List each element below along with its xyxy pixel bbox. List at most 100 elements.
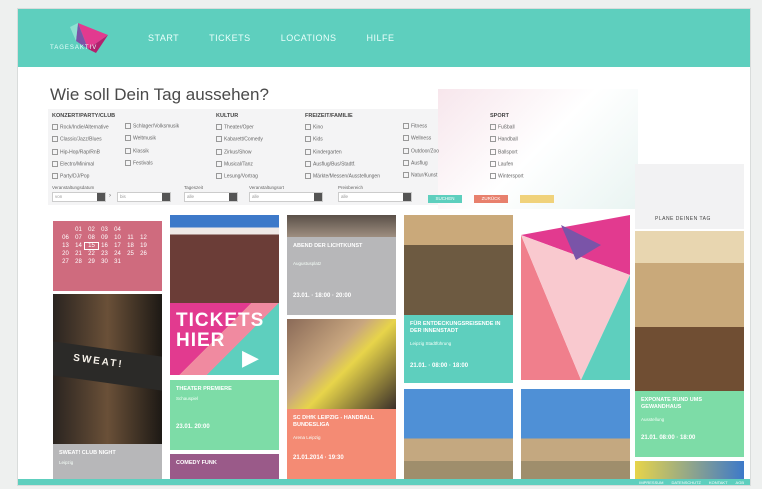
calendar-day[interactable]: 24 bbox=[111, 251, 124, 257]
tile-sweat-club[interactable]: SWEAT! bbox=[53, 294, 162, 444]
calendar-day[interactable]: 10 bbox=[111, 235, 124, 241]
calendar-day[interactable]: 31 bbox=[111, 259, 124, 265]
filter-checkbox[interactable]: Kindergarten bbox=[305, 149, 380, 155]
nav-start[interactable]: START bbox=[148, 33, 179, 43]
filter-checkbox[interactable]: Weltmusik bbox=[125, 135, 179, 142]
tile-plane-deinen-tag[interactable]: PLANE DEINEN TAG bbox=[635, 164, 744, 229]
tile-lichtkunst[interactable]: ABEND DER LICHTKUNST Augustusplatz 23.01… bbox=[287, 215, 396, 315]
search-button[interactable]: SUCHEN bbox=[428, 195, 462, 203]
museum-image[interactable] bbox=[404, 215, 513, 315]
calendar-day[interactable]: 11 bbox=[124, 235, 137, 241]
reset-button[interactable]: ZURÜCK bbox=[474, 195, 508, 203]
nav-locations[interactable]: LOCATIONS bbox=[281, 33, 337, 43]
filter-checkbox[interactable]: Lesung/Vortrag bbox=[216, 173, 263, 180]
calendar-day[interactable]: 07 bbox=[72, 235, 85, 241]
filter-checkbox[interactable]: Natur/Kunst bbox=[403, 172, 439, 179]
calendar-day[interactable]: 15 bbox=[84, 242, 99, 250]
filter-checkbox[interactable]: Kino bbox=[305, 124, 380, 130]
filter-checkbox[interactable]: Kabarett/Comedy bbox=[216, 136, 263, 143]
web-page: TAGESAKTIV START TICKETS LOCATIONS HILFE… bbox=[17, 8, 751, 486]
price-select[interactable]: alle bbox=[338, 192, 412, 202]
tile-tickets-hier[interactable]: TICKETS HIER ▶ bbox=[170, 215, 279, 375]
tile-subtitle: Schauspiel bbox=[176, 396, 199, 401]
footer-link-agb[interactable]: AGB bbox=[736, 480, 744, 485]
calendar-day[interactable]: 21 bbox=[72, 251, 85, 257]
filter-checkbox[interactable]: Outdoor/Zoo bbox=[403, 148, 439, 154]
calendar-day[interactable]: 12 bbox=[137, 235, 150, 241]
filter-checkbox[interactable]: Kids bbox=[305, 136, 380, 143]
calendar-day[interactable]: 14 bbox=[72, 243, 85, 249]
calendar-day[interactable]: 18 bbox=[124, 243, 137, 249]
calendar-day[interactable]: 09 bbox=[98, 235, 111, 241]
calendar-widget: 01 02 03 04 06 07 08 09 10 11 12 13 14 15 16 17 18 19 20 21… bbox=[53, 221, 162, 291]
opera-image[interactable] bbox=[404, 389, 513, 479]
filter-checkbox[interactable]: Zirkus/Show bbox=[216, 149, 263, 155]
tile-subtitle: Augustusplatz bbox=[293, 261, 322, 266]
calendar-day[interactable]: 19 bbox=[137, 243, 150, 249]
extra-button[interactable] bbox=[520, 195, 554, 203]
calendar-day[interactable]: 22 bbox=[85, 251, 98, 257]
calendar-day[interactable]: 01 bbox=[72, 227, 85, 233]
filter-checkbox[interactable]: Ballsport bbox=[490, 149, 524, 155]
calendar-day[interactable]: 29 bbox=[85, 259, 98, 265]
filter-checkbox[interactable]: Rock/Indie/Alternative bbox=[52, 124, 115, 130]
calendar-day[interactable]: 13 bbox=[59, 243, 72, 249]
tile-exponate[interactable]: EXPONATE RUND UMS GEWANDHAUS Ausstellung… bbox=[635, 391, 744, 457]
filter-checkbox[interactable]: Märkte/Messen/Ausstellungen bbox=[305, 173, 380, 180]
filter-checkbox[interactable]: Wellness bbox=[403, 135, 439, 142]
tile-theater[interactable]: THEATER PREMIERE Schauspiel 23.01. 20:00 bbox=[170, 380, 279, 450]
filter-checkbox[interactable]: Handball bbox=[490, 136, 524, 143]
browser-viewport: TAGESAKTIV START TICKETS LOCATIONS HILFE… bbox=[0, 0, 762, 489]
time-select[interactable]: alle bbox=[184, 192, 238, 202]
filter-checkbox[interactable]: Schlager/Volksmusik bbox=[125, 123, 179, 129]
filter-checkbox[interactable]: Klassik bbox=[125, 148, 179, 154]
calendar-day[interactable]: 17 bbox=[111, 243, 124, 249]
tile-comedy[interactable]: COMEDY FUNK bbox=[170, 454, 279, 479]
calendar-day[interactable]: 28 bbox=[72, 259, 85, 265]
filter-checkbox[interactable]: Musical/Tanz bbox=[216, 161, 263, 167]
calendar-day[interactable]: 20 bbox=[59, 251, 72, 257]
date-to-select[interactable]: bis bbox=[117, 192, 171, 202]
calendar-day bbox=[59, 227, 72, 233]
calendar-day[interactable]: 25 bbox=[124, 251, 137, 257]
filter-checkbox[interactable]: Hip-Hop/Rap/RnB bbox=[52, 149, 115, 155]
calendar-day[interactable]: 04 bbox=[111, 227, 124, 233]
filter-checkbox[interactable]: Ausflug bbox=[403, 160, 439, 166]
footer-link-impressum[interactable]: IMPRESSUM bbox=[639, 480, 663, 485]
filter-checkbox[interactable]: Festivals bbox=[125, 160, 179, 166]
filter-checkbox[interactable]: Fußball bbox=[490, 124, 524, 130]
handball-image[interactable] bbox=[287, 319, 396, 409]
location-select[interactable]: alle bbox=[249, 192, 323, 202]
calendar-day[interactable]: 30 bbox=[98, 259, 111, 265]
calendar-day[interactable]: 16 bbox=[98, 243, 111, 249]
chevron-down-icon bbox=[97, 193, 105, 201]
nav-hilfe[interactable]: HILFE bbox=[367, 33, 395, 43]
calendar-day[interactable]: 03 bbox=[98, 227, 111, 233]
calendar-day[interactable]: 06 bbox=[59, 235, 72, 241]
footer-link-datenschutz[interactable]: DATENSCHUTZ bbox=[671, 480, 700, 485]
filter-checkbox[interactable]: Electro/Minimal bbox=[52, 161, 115, 167]
filter-checkbox[interactable]: Fitness bbox=[403, 123, 439, 129]
tile-bottom-image[interactable] bbox=[635, 461, 744, 479]
filter-checkbox[interactable]: Party/DJ/Pop bbox=[52, 173, 115, 180]
filter-checkbox[interactable]: Classic/Jazz/Blues bbox=[52, 136, 115, 143]
filter-checkbox[interactable]: Laufen bbox=[490, 161, 524, 167]
site-logo[interactable]: TAGESAKTIV bbox=[50, 19, 130, 59]
nav-tickets[interactable]: TICKETS bbox=[209, 33, 251, 43]
filter-checkbox[interactable]: Ausflug/Bus/Stadtf. bbox=[305, 161, 380, 167]
tile-sweat-info[interactable]: SWEAT! CLUB NIGHT Leipzig bbox=[53, 444, 162, 479]
statue-image[interactable] bbox=[635, 231, 744, 391]
tile-handball[interactable]: SC DHfK LEIPZIG - HANDBALL BUNDESLIGA Ar… bbox=[287, 409, 396, 479]
calendar-day[interactable]: 27 bbox=[59, 259, 72, 265]
calendar-day[interactable]: 08 bbox=[85, 235, 98, 241]
date-from-select[interactable]: von bbox=[52, 192, 106, 202]
select-value: von bbox=[55, 194, 63, 199]
filter-checkbox[interactable]: Theater/Oper bbox=[216, 124, 263, 130]
calendar-day[interactable]: 02 bbox=[85, 227, 98, 233]
opera-image-2[interactable] bbox=[521, 389, 630, 479]
calendar-day[interactable]: 23 bbox=[98, 251, 111, 257]
filter-checkbox[interactable]: Wintersport bbox=[490, 173, 524, 180]
footer-link-kontakt[interactable]: KONTAKT bbox=[709, 480, 728, 485]
calendar-day[interactable]: 26 bbox=[137, 251, 150, 257]
tile-innenstadt[interactable]: FÜR ENTDECKUNGSREISENDE IN DER INNENSTAD… bbox=[404, 315, 513, 383]
